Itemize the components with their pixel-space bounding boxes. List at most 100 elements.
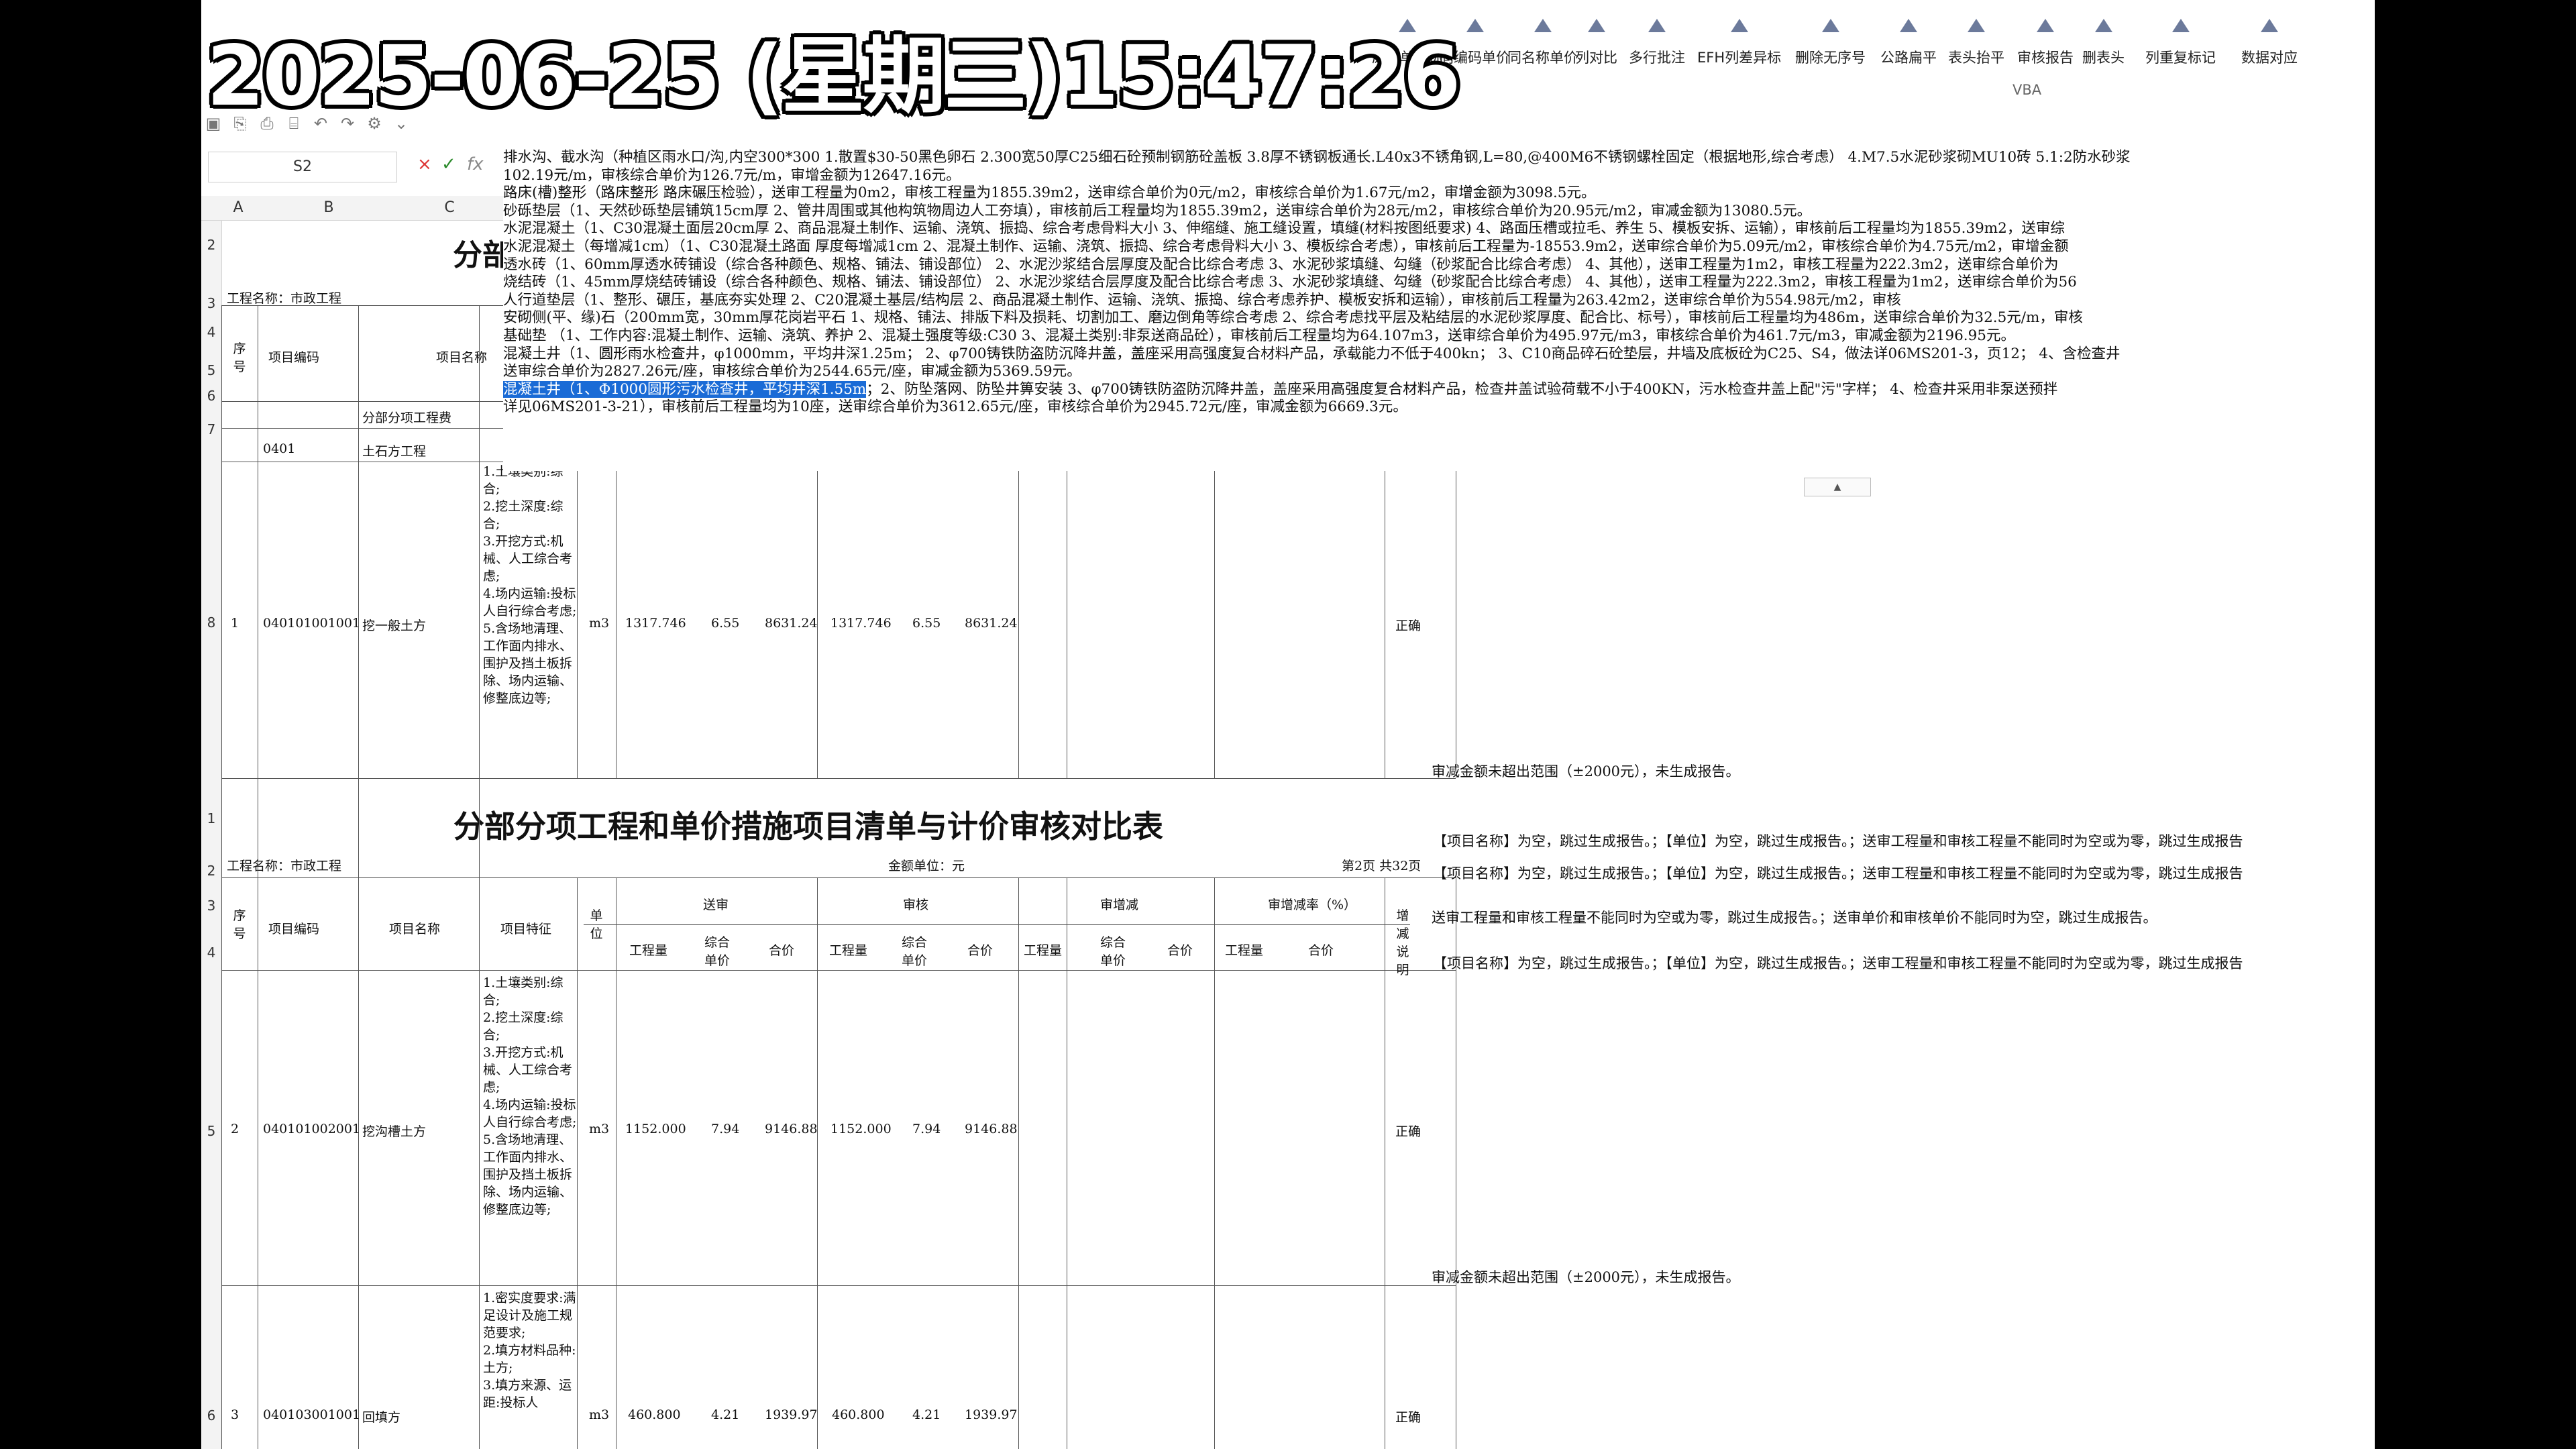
row-name: 回填方 — [362, 1410, 401, 1425]
send-sum: 8631.24 — [765, 616, 818, 631]
row-feature: 1.密实度要求:满足设计及施工规范要求; 2.填方材料品种:土方; 3.填方来源… — [483, 1291, 576, 1410]
macro-icon — [1821, 19, 1839, 32]
project-name: 工程名称：市政工程 — [227, 859, 342, 873]
formula-line: 路床(槽)整形（路床整形 路床碾压检验），送审工程量为0m2，审核工程量为185… — [503, 184, 1596, 202]
formula-line: 排水沟、截水沟（种植区雨水口/沟,内空300*300 1.散置$30-50黑色卵… — [503, 149, 2131, 166]
macro-icon — [1587, 19, 1605, 32]
row-number[interactable]: 6 — [201, 1407, 221, 1424]
header-feature: 项目特征 — [500, 922, 552, 936]
macro-icon — [2037, 19, 2054, 32]
ribbon-button-13[interactable]: 数据对应 — [2241, 19, 2298, 67]
row-name: 挖一般土方 — [362, 619, 427, 633]
confirm-icon[interactable]: ✓ — [441, 154, 456, 174]
formula-line: 人行道垫层（1、整形、碾压，基底夯实处理 2、C20混凝土基层/结构层 2、商品… — [503, 291, 1901, 309]
formula-line: 基础垫 （1、工作内容:混凝土制作、运输、浇筑、养护 2、混凝土强度等级:C30… — [503, 327, 2015, 344]
column-c[interactable]: C — [402, 196, 496, 220]
send-sum: 1939.97 — [765, 1407, 818, 1422]
header-remark: 增减说明 — [1396, 908, 1409, 977]
row-number[interactable]: 4 — [201, 324, 221, 340]
header-code: 项目编码 — [268, 922, 320, 936]
row-number[interactable]: 5 — [201, 362, 221, 378]
header-rate: 审增减率（%） — [1268, 898, 1357, 912]
note-4: 送审工程量和审核工程量不能同时为空或为零，跳过生成报告。；送审单价和审核单价不能… — [1432, 910, 2157, 926]
ribbon-button-4[interactable]: 列对比 — [1575, 19, 1617, 67]
ribbon-button-6[interactable]: EFH列差异标 — [1697, 19, 1781, 67]
ribbon-button-9[interactable]: 表头抬平 — [1948, 19, 2004, 67]
formula-line: 烧结砖（1、45mm厚烧结砖铺设（综合各种颜色、规格、铺法、铺设部位） 2、水泥… — [503, 274, 2077, 291]
section-code: 0401 — [263, 441, 296, 456]
row-number[interactable]: 8 — [201, 614, 221, 631]
formula-line: 102.19元/m，审核综合单价为126.7元/m，审增金额为12647.16元… — [503, 166, 961, 184]
subtotal-label: 分部分项工程费 — [362, 411, 452, 425]
ribbon-button-10[interactable]: 审核报告 — [2017, 19, 2074, 67]
note-6: 审减金额未超出范围（±2000元），未生成报告。 — [1432, 1269, 1740, 1285]
page-title: 分部分项工程和单价措施项目清单与计价审核对比表 — [453, 808, 1163, 845]
subheader-sum: 合价 — [1308, 943, 1334, 958]
row-code: 040103001001 — [263, 1407, 361, 1422]
subheader-sum: 合价 — [967, 943, 994, 958]
row-seq: 2 — [231, 1122, 239, 1136]
formula-line: 水泥混凝土（每增减1cm）（1、C30混凝土路面 厚度每增减1cm 2、混凝土制… — [503, 237, 2069, 255]
audit-sum: 8631.24 — [965, 616, 1018, 631]
ribbon-button-11[interactable]: 删表头 — [2082, 19, 2125, 67]
row-unit: m3 — [589, 1122, 610, 1136]
macro-icon — [1648, 19, 1666, 32]
macro-icon — [1466, 19, 1484, 32]
macro-icon — [1968, 19, 1985, 32]
row-remark: 正确 — [1395, 619, 1421, 633]
ribbon-button-7[interactable]: 删除无序号 — [1795, 19, 1866, 67]
header-unit: 单位 — [590, 908, 603, 941]
subheader-sum: 合价 — [769, 943, 795, 958]
cancel-icon[interactable]: × — [417, 154, 432, 174]
audit-price: 6.55 — [912, 616, 941, 631]
column-b[interactable]: B — [255, 196, 402, 220]
send-price: 7.94 — [711, 1122, 740, 1136]
macro-icon — [1900, 19, 1917, 32]
amount-unit: 金额单位：元 — [888, 859, 965, 873]
formula-line: 送审综合单价为2827.26元/座，审核综合单价为2544.65元/座，审减金额… — [503, 363, 1081, 380]
row-unit: m3 — [589, 616, 610, 631]
row-number[interactable]: 2 — [201, 863, 221, 879]
function-icon[interactable]: fx — [467, 154, 484, 174]
project-name: 工程名称：市政工程 — [227, 291, 342, 306]
row-number[interactable]: 5 — [201, 1123, 221, 1139]
text-selection: 混凝土井（1、Φ1000圆形污水检查井，平均井深1.55m — [503, 380, 867, 398]
ribbon-button-5[interactable]: 多行批注 — [1629, 19, 1685, 67]
ribbon-group-label: VBA — [2012, 82, 2042, 98]
audit-qty: 1317.746 — [830, 616, 892, 631]
row-feature: 1.土壤类别:综合; 2.挖土深度:综合; 3.开挖方式:机械、人工综合考虑; … — [483, 975, 577, 1217]
subheader-price: 综合单价 — [704, 935, 730, 968]
note-3: 【项目名称】为空，跳过生成报告。；【单位】为空，跳过生成报告。；送审工程量和审核… — [1433, 865, 2243, 881]
row-remark: 正确 — [1395, 1410, 1421, 1425]
ribbon-button-12[interactable]: 列重复标记 — [2145, 19, 2216, 67]
macro-icon — [2094, 19, 2112, 32]
section-name: 土石方工程 — [362, 444, 427, 459]
macro-icon — [1534, 19, 1552, 32]
row-number[interactable]: 1 — [201, 810, 221, 826]
audit-sum: 9146.88 — [965, 1122, 1018, 1136]
audit-price: 7.94 — [912, 1122, 941, 1136]
row-number[interactable]: 2 — [201, 237, 221, 253]
formula-line: 安砌侧(平、缘)石（200mm宽，30mm厚花岗岩平石 1、规格、铺法、排版下料… — [503, 309, 2083, 327]
formula-line: 详见06MS201-3-21），审核前后工程量均为10座，送审综合单价为3612… — [503, 398, 1407, 416]
column-a[interactable]: A — [221, 196, 255, 220]
subheader-qty: 工程量 — [1225, 943, 1264, 958]
row-seq: 3 — [231, 1407, 239, 1422]
subheader-qty: 工程量 — [629, 943, 668, 958]
timestamp-overlay: 2025-06-25 (星期三)15:47:26 — [207, 28, 1461, 125]
send-price: 6.55 — [711, 616, 740, 631]
row-number[interactable]: 3 — [201, 898, 221, 914]
row-number[interactable]: 7 — [201, 421, 221, 437]
formula-line: 砂砾垫层（1、天然砂砾垫层铺筑15cm厚 2、管井周围或其他构筑物周边人工夯填）… — [503, 202, 1812, 219]
row-code: 040101001001 — [263, 616, 361, 631]
row-number[interactable]: 4 — [201, 945, 221, 961]
row-number[interactable]: 3 — [201, 295, 221, 311]
name-box[interactable]: S2 — [208, 152, 397, 182]
row-feature: 1.土壤类别:综合; 2.挖土深度:综合; 3.开挖方式:机械、人工综合考虑; … — [483, 464, 577, 706]
row-number[interactable]: 6 — [201, 388, 221, 404]
collapse-formula-button[interactable]: ▲ — [1804, 478, 1871, 496]
ribbon-button-3[interactable]: 同名称单价 — [1507, 19, 1578, 67]
formula-expanded-text[interactable]: 排水沟、截水沟（种植区雨水口/沟,内空300*300 1.散置$30-50黑色卵… — [503, 149, 2375, 471]
ribbon-button-8[interactable]: 公路扁平 — [1880, 19, 1937, 67]
row-seq: 1 — [231, 616, 239, 631]
